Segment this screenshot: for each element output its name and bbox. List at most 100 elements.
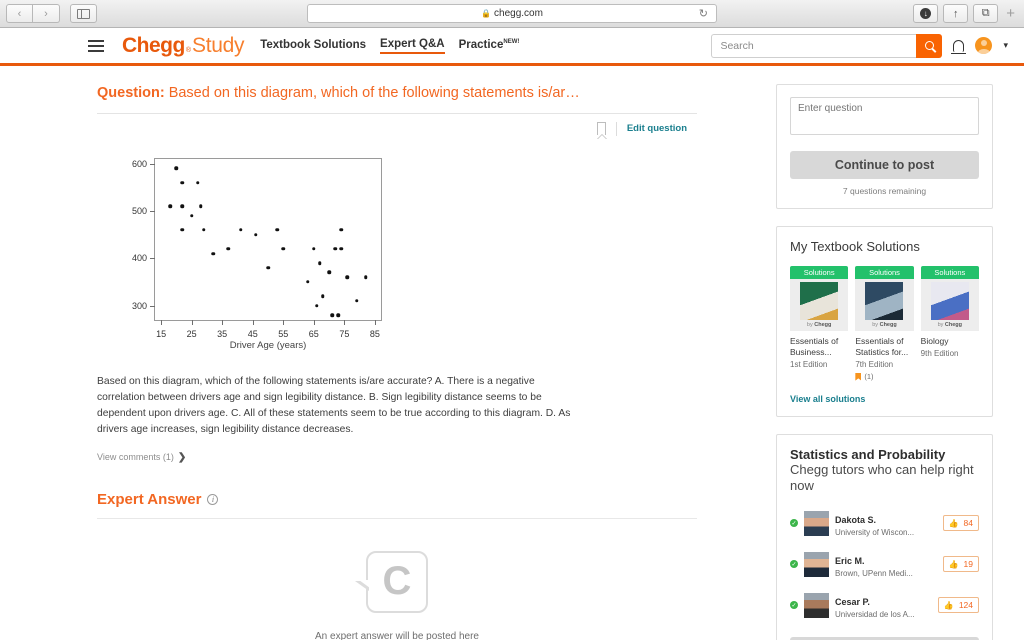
nav-practice[interactable]: PracticeNEW! — [459, 39, 520, 53]
chart-data-point — [275, 228, 279, 232]
view-all-solutions-link[interactable]: View all solutions — [790, 394, 979, 404]
browser-nav-group: ‹ › — [6, 4, 60, 23]
share-button[interactable]: ↑ — [943, 4, 969, 23]
tutor-votes-badge: 👍 124 — [937, 597, 979, 614]
bookmark-icon[interactable] — [596, 122, 606, 136]
book-edition: 7th Edition — [855, 360, 894, 370]
chart-data-point — [254, 232, 258, 237]
hamburger-menu-icon[interactable] — [88, 37, 104, 55]
chart-x-tick: 35 — [217, 319, 227, 339]
chart-y-tick: 400 — [132, 253, 156, 263]
tutor-school: Universidad de los A... — [835, 609, 915, 619]
chart-plot-area: 300 400 500 600 15 25 35 45 55 65 75 85 — [132, 157, 382, 339]
online-status-icon: ✓ — [790, 519, 798, 528]
find-tutor-button[interactable]: Find me a tutor — [790, 636, 979, 640]
expert-answer-title: Expert Answer — [97, 490, 202, 508]
sidebar-toggle-button[interactable] — [70, 4, 97, 23]
lock-icon: 🔒 — [481, 9, 492, 18]
chart-x-tick: 15 — [156, 319, 166, 339]
view-comments-label: View comments (1) — [97, 452, 174, 463]
edit-question-link[interactable]: Edit question — [627, 123, 687, 134]
chart-y-tick: 500 — [132, 206, 156, 216]
continue-to-post-button[interactable]: Continue to post — [790, 151, 979, 179]
solutions-badge: Solutions — [790, 266, 849, 279]
download-icon: ↓ — [920, 8, 932, 19]
question-input[interactable] — [790, 97, 979, 135]
tutor-school: University of Wiscon... — [835, 527, 915, 537]
tutor-list-item[interactable]: ✓ Dakota S. University of Wiscon... 👍 84 — [790, 503, 979, 544]
book-cover-image — [865, 282, 904, 320]
browser-right-actions: ↓ ↑ ⧉ + — [913, 4, 1018, 23]
tutor-votes-badge: 👍 19 — [942, 556, 979, 573]
chart-x-axis-label: Driver Age (years) — [229, 339, 307, 351]
questions-remaining-text: 7 questions remaining — [842, 186, 927, 196]
chart-data-point — [168, 204, 173, 208]
tutor-vote-count: 124 — [958, 600, 973, 611]
textbook-solutions-card: My Textbook Solutions Solutions by Chegg E… — [776, 226, 993, 418]
chevron-down-icon[interactable]: ▾ — [1003, 40, 1008, 51]
browser-toolbar: ‹ › 🔒 chegg.com ↻ ↓ ↑ ⧉ + — [0, 0, 1024, 28]
question-title-text: Based on this diagram, which of the foll… — [164, 85, 580, 101]
notifications-bell-icon[interactable] — [951, 39, 967, 54]
tutor-votes-badge: 👍 84 — [942, 515, 979, 532]
tutor-avatar — [804, 510, 829, 536]
chegg-bubble-icon: C — [355, 550, 428, 613]
book-thumbnail: by Chegg — [920, 279, 979, 331]
user-avatar[interactable] — [975, 37, 993, 54]
textbook-item[interactable]: Solutions by Chegg Essentials of Business.… — [790, 266, 849, 381]
downloads-button[interactable]: ↓ — [913, 4, 939, 23]
tutors-card: Statistics and Probability Chegg tutors … — [776, 434, 993, 640]
view-comments-link[interactable]: View comments (1) ❯ — [97, 452, 697, 463]
ask-question-card: Continue to post 7 questions remaining — [776, 84, 993, 209]
chart-data-point — [354, 299, 359, 303]
book-thumbnail: by Chegg — [855, 279, 914, 331]
chart-data-point — [336, 313, 340, 317]
nav-expert-qa[interactable]: Expert Q&A — [380, 38, 445, 54]
book-title: Biology — [920, 336, 949, 346]
textbook-list: Solutions by Chegg Essentials of Business.… — [790, 266, 979, 381]
nav-practice-badge: NEW! — [503, 38, 520, 45]
tutor-list-item[interactable]: ✓ Eric M. Brown, UPenn Medi... 👍 19 — [790, 544, 979, 585]
tutor-avatar — [804, 551, 829, 577]
chart-data-point — [196, 180, 200, 185]
reload-icon[interactable]: ↻ — [699, 7, 708, 20]
new-tab-button[interactable]: + — [1003, 5, 1018, 22]
chart-data-point — [345, 275, 350, 279]
site-header: Chegg ® Study Textbook Solutions Expert … — [0, 28, 1024, 66]
back-button[interactable]: ‹ — [6, 4, 33, 23]
tutor-list: ✓ Dakota S. University of Wiscon... 👍 84 ✓ Eri… — [790, 503, 979, 626]
forward-button[interactable]: › — [33, 4, 60, 23]
action-divider — [615, 121, 617, 136]
scatter-chart: Sign Legibility Distance (feet) 30040050… — [99, 150, 399, 360]
chart-y-tick: 300 — [132, 301, 156, 311]
tutor-vote-count: 84 — [963, 518, 973, 529]
search-input[interactable] — [711, 33, 917, 58]
chart-data-point — [321, 294, 325, 298]
tabs-icon: ⧉ — [981, 7, 990, 19]
expert-answer-placeholder-text: An expert answer will be posted here — [315, 630, 479, 640]
solutions-badge: Solutions — [855, 266, 914, 279]
tab-overview-button[interactable]: ⧉ — [973, 4, 999, 23]
book-title: Essentials of Statistics for... — [855, 336, 909, 358]
chart-data-point — [339, 228, 344, 232]
chart-x-tick: 65 — [309, 319, 319, 339]
search-button[interactable] — [916, 33, 943, 58]
address-bar[interactable]: 🔒 chegg.com ↻ — [307, 4, 717, 23]
logo-chegg-text: Chegg — [122, 33, 185, 57]
bookmark-count-label: (1) — [864, 372, 874, 382]
main-content-column: Question: Based on this diagram, which o… — [97, 84, 697, 640]
info-icon[interactable]: i — [207, 493, 219, 505]
chegg-logo[interactable]: Chegg ® Study — [122, 33, 245, 58]
textbook-item[interactable]: Solutions by Chegg Essentials of Statistic… — [855, 266, 914, 382]
chart-data-point — [327, 270, 331, 275]
thumbs-up-icon: 👍 — [943, 600, 954, 610]
tutor-avatar — [804, 592, 829, 618]
textbook-item[interactable]: Solutions by Chegg Biology 9th Edition — [920, 266, 979, 381]
book-title: Essentials of Business... — [790, 336, 839, 358]
chart-data-point — [305, 280, 310, 284]
tutor-vote-count: 19 — [963, 559, 973, 570]
tutor-list-item[interactable]: ✓ Cesar P. Universidad de los A... 👍 124 — [790, 585, 979, 626]
by-chegg-label: by Chegg — [872, 322, 897, 328]
nav-textbook-solutions[interactable]: Textbook Solutions — [260, 39, 366, 53]
expert-answer-header: Expert Answer i — [97, 491, 697, 508]
